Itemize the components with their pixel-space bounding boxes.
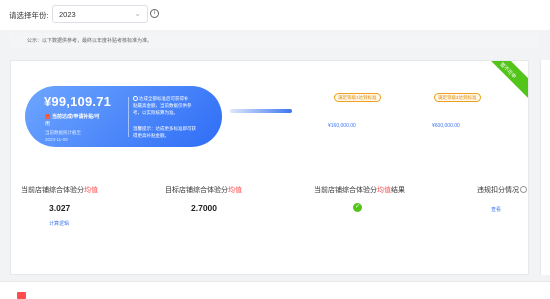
right-panel-edge xyxy=(540,60,550,275)
target-score-value: 2.7000 xyxy=(191,203,217,213)
tier-1-tag: 满足等级1达到标准 xyxy=(334,93,381,102)
current-score-value: 3.027 xyxy=(49,203,71,213)
status-line-1: 当前达成/申请补贴/可 xyxy=(52,114,100,120)
info-icon[interactable]: i xyxy=(150,9,159,18)
chevron-down-icon: ⌄ xyxy=(134,9,141,18)
current-score-label: 当前店铺综合体验分均值 xyxy=(21,187,98,194)
subsidy-summary-pill: ¥99,109.71 当前达成/申请补贴/可 用 当前数据统计截至 2023-1… xyxy=(25,86,222,147)
notice-bar: 公示：以下数据供参考，最终以年度补贴考核标准为准。 xyxy=(9,33,539,48)
info-icon[interactable] xyxy=(520,186,527,193)
calc-logic-link[interactable]: 计算逻辑 xyxy=(49,220,69,227)
target-score-label: 目标店铺综合体验分均值 xyxy=(165,187,242,194)
year-select[interactable]: 2023 ⌄ xyxy=(52,5,148,23)
year-select-value: 2023 xyxy=(59,10,76,19)
desc-line-3: 考，以实际核算为准。 xyxy=(133,110,178,115)
flag-icon xyxy=(45,114,50,119)
status-line-2: 用 xyxy=(45,121,51,127)
check-circle-icon: ✓ xyxy=(353,203,362,212)
score-result-label: 当前店铺综合体验分均值结果 xyxy=(314,187,405,194)
pill-divider xyxy=(128,97,129,137)
info-circle-icon xyxy=(133,96,138,101)
bottom-section xyxy=(0,281,550,299)
filter-bar: 请选择年份: 2023 ⌄ i xyxy=(0,0,550,30)
tier-2-tag: 满足等级2达到标准 xyxy=(434,93,481,102)
year-label: 请选择年份: xyxy=(9,11,49,20)
notice-text: 公示：以下数据供参考，最终以年度补贴考核标准为准。 xyxy=(27,38,153,44)
section-flag-icon xyxy=(17,292,26,299)
subsidy-card: ¥99,109.71 当前达成/申请补贴/可 用 当前数据统计截至 2023-1… xyxy=(10,60,529,275)
updated-date: 2023-11-09 xyxy=(45,137,68,142)
tier-progress-bar xyxy=(230,109,292,113)
desc-line-1: 达成全部标准后可获得补 xyxy=(139,96,189,101)
violation-label: 违规扣分情况 xyxy=(477,187,519,194)
view-violations-link[interactable]: 查看 xyxy=(491,206,501,213)
tip-line-1: 温馨提示：达成更多标准即可获 xyxy=(133,126,196,131)
tier-1-amount: ¥160,000.00 xyxy=(328,123,356,129)
subsidy-amount: ¥99,109.71 xyxy=(44,94,112,109)
tier-2-amount: ¥600,000.00 xyxy=(432,123,460,129)
desc-line-2: 贴最高金额，当前数据仅供参 xyxy=(133,103,192,108)
tip-line-2: 得更高补贴金额。 xyxy=(133,133,169,138)
updated-label: 当前数据统计截至 xyxy=(45,130,81,135)
